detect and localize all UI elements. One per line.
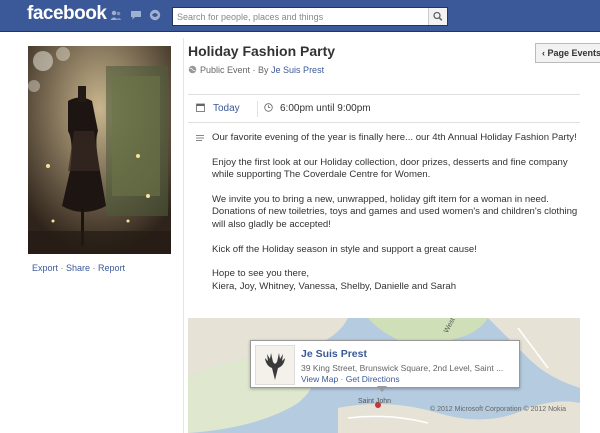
callout-pointer [377,386,387,392]
messages-icon[interactable] [130,9,142,21]
description-paragraph: Enjoy the first look at our Holiday coll… [212,156,568,181]
event-title: Holiday Fashion Party [188,43,336,59]
export-link[interactable]: Export [32,263,58,273]
report-link[interactable]: Report [98,263,125,273]
host-link[interactable]: Je Suis Prest [271,65,324,75]
search-box [172,7,448,26]
event-date[interactable]: Today [213,103,240,114]
separator: · [58,263,67,273]
place-thumbnail[interactable] [255,345,295,385]
place-address: 39 King Street, Brunswick Square, 2nd Le… [301,363,504,373]
map-copyright: © 2012 Microsoft Corporation © 2012 Noki… [430,406,566,413]
globe-icon [188,65,197,74]
notifications-icon[interactable] [149,9,161,21]
search-button[interactable] [428,8,447,25]
divider [188,122,580,123]
friend-requests-icon[interactable] [110,9,122,21]
event-time: 6:00pm until 9:00pm [280,103,371,114]
page-events-button[interactable]: ‹ Page Events [535,43,600,63]
map-label-saint-john: Saint John [358,398,392,405]
description-paragraph: Our favorite evening of the year is fina… [212,132,577,143]
calendar-icon [196,103,205,112]
page-events-label: Page Events [547,48,600,58]
event-photo[interactable] [28,46,171,254]
facebook-logo[interactable]: facebook [27,3,107,25]
search-icon [433,11,443,21]
place-name[interactable]: Je Suis Prest [301,348,367,360]
event-description: Our favorite evening of the year is fina… [212,132,582,306]
view-map-link[interactable]: View Map [301,374,338,384]
separator: · [338,374,346,384]
by-prefix: · By [250,65,272,75]
event-subtitle: Public Event · By Je Suis Prest [188,65,324,75]
column-divider [183,38,184,433]
photo-actions: Export · Share · Report [32,263,125,273]
search-input[interactable] [173,8,427,25]
map-callout: Je Suis Prest 39 King Street, Brunswick … [250,340,520,388]
divider [257,101,258,117]
description-paragraph: We invite you to bring a new, unwrapped,… [212,194,578,230]
share-link[interactable]: Share [66,263,90,273]
event-time-row: Today 6:00pm until 9:00pm [188,95,580,122]
place-links: View Map · Get Directions [301,374,400,384]
event-visibility: Public Event [200,65,251,75]
description-paragraph: Kick off the Holiday season in style and… [212,243,477,255]
get-directions-link[interactable]: Get Directions [346,374,400,384]
info-icon [196,135,204,141]
deer-logo-icon [265,353,285,380]
clock-icon [264,103,273,112]
description-paragraph: Hope to see you there, Kiera, Joy, Whitn… [212,268,457,292]
event-photo-image [28,46,171,254]
top-bar: facebook [0,0,600,32]
separator: · [90,263,99,273]
